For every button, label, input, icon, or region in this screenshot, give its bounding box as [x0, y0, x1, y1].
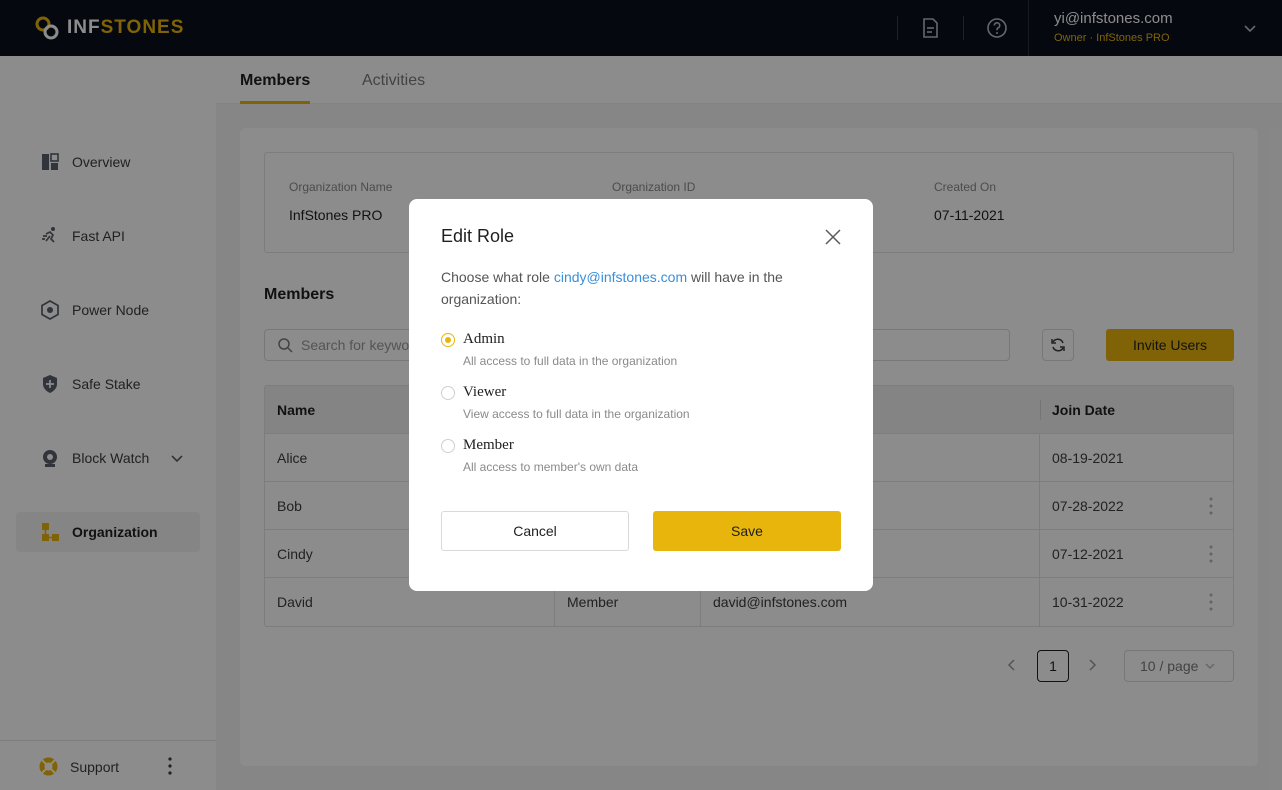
role-option-label: Member — [463, 437, 514, 453]
role-option-desc: View access to full data in the organiza… — [463, 407, 690, 421]
dialog-title: Edit Role — [441, 226, 515, 246]
description-text: Choose what role — [441, 269, 554, 285]
radio-button[interactable] — [441, 333, 455, 347]
cancel-button[interactable]: Cancel — [441, 511, 629, 551]
role-option-label: Admin — [463, 331, 505, 347]
role-option-desc: All access to member's own data — [463, 460, 639, 474]
radio-button[interactable] — [441, 386, 455, 400]
radio-button[interactable] — [441, 439, 455, 453]
save-button[interactable]: Save — [653, 511, 841, 551]
target-email: cindy@infstones.com — [553, 269, 688, 285]
role-option-desc: All access to full data in the organizat… — [463, 354, 678, 368]
close-icon[interactable] — [823, 227, 843, 247]
role-option-label: Viewer — [463, 384, 507, 400]
dialog-description: Choose what role cindy@infstones.com wil… — [441, 266, 841, 310]
edit-role-dialog: Edit Role Choose what role cindy@infston… — [409, 199, 873, 591]
